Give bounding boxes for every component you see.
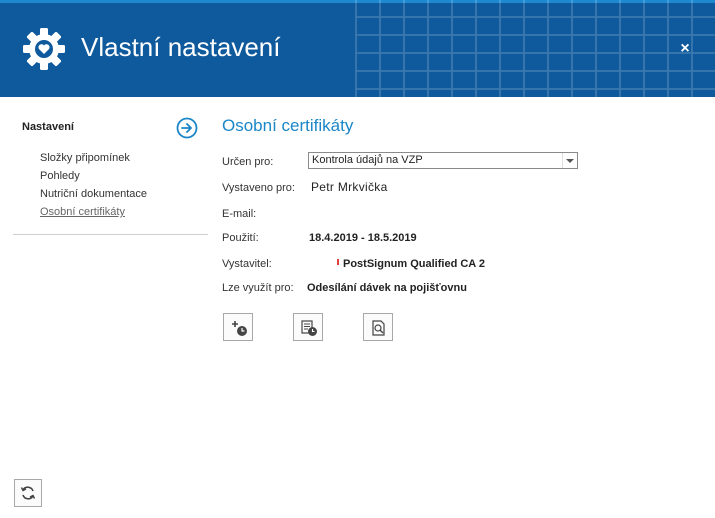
sidebar-item-pohledy[interactable]: Pohledy [40,170,80,182]
sidebar-item-slozky-pripominek[interactable]: Složky připomínek [40,152,130,164]
refresh-button[interactable] [14,479,42,507]
gear-heart-icon [23,28,65,70]
refresh-icon [20,486,36,500]
pouziti-value: 18.4.2019 - 18.5.2019 [309,232,417,244]
urcen-pro-select[interactable]: Kontrola údajů na VZP [308,152,578,169]
sidebar-heading: Nastavení [22,121,74,133]
urcen-pro-selected-value: Kontrola údajů na VZP [312,154,423,166]
certificate-history-button[interactable] [293,313,323,341]
header-pattern [355,0,715,97]
urcen-pro-label: Určen pro: [222,156,274,168]
sidebar-item-osobni-certifikaty[interactable]: Osobní certifikáty [40,206,125,218]
certificate-history-icon [301,320,317,336]
add-certificate-button[interactable] [223,313,253,341]
page-title: Osobní certifikáty [222,116,354,135]
close-button[interactable]: × [676,40,694,58]
preview-certificate-icon [372,320,385,336]
vystaveno-pro-value: Petr Mrkvička [311,180,388,194]
pouziti-label: Použití: [222,232,259,244]
arrow-right-circle-icon[interactable] [176,117,198,139]
vystavitel-value: PostSignum Qualified CA 2 [343,258,485,270]
issuer-marker [337,259,339,265]
window-title: Vlastní nastavení [81,32,281,62]
window-header: Vlastní nastavení × [0,0,715,97]
vystavitel-label: Vystavitel: [222,258,272,270]
lze-vyuzit-pro-value: Odesílání dávek na pojišťovnu [307,282,467,294]
preview-certificate-button[interactable] [363,313,393,341]
chevron-down-icon[interactable] [562,153,577,168]
sidebar-divider [13,234,208,235]
vystaveno-pro-label: Vystaveno pro: [222,182,295,194]
sidebar-item-nutricni-dokumentace[interactable]: Nutriční dokumentace [40,188,147,200]
lze-vyuzit-pro-label: Lze využít pro: [222,282,294,294]
add-certificate-icon [232,321,247,336]
email-label: E-mail: [222,208,257,220]
